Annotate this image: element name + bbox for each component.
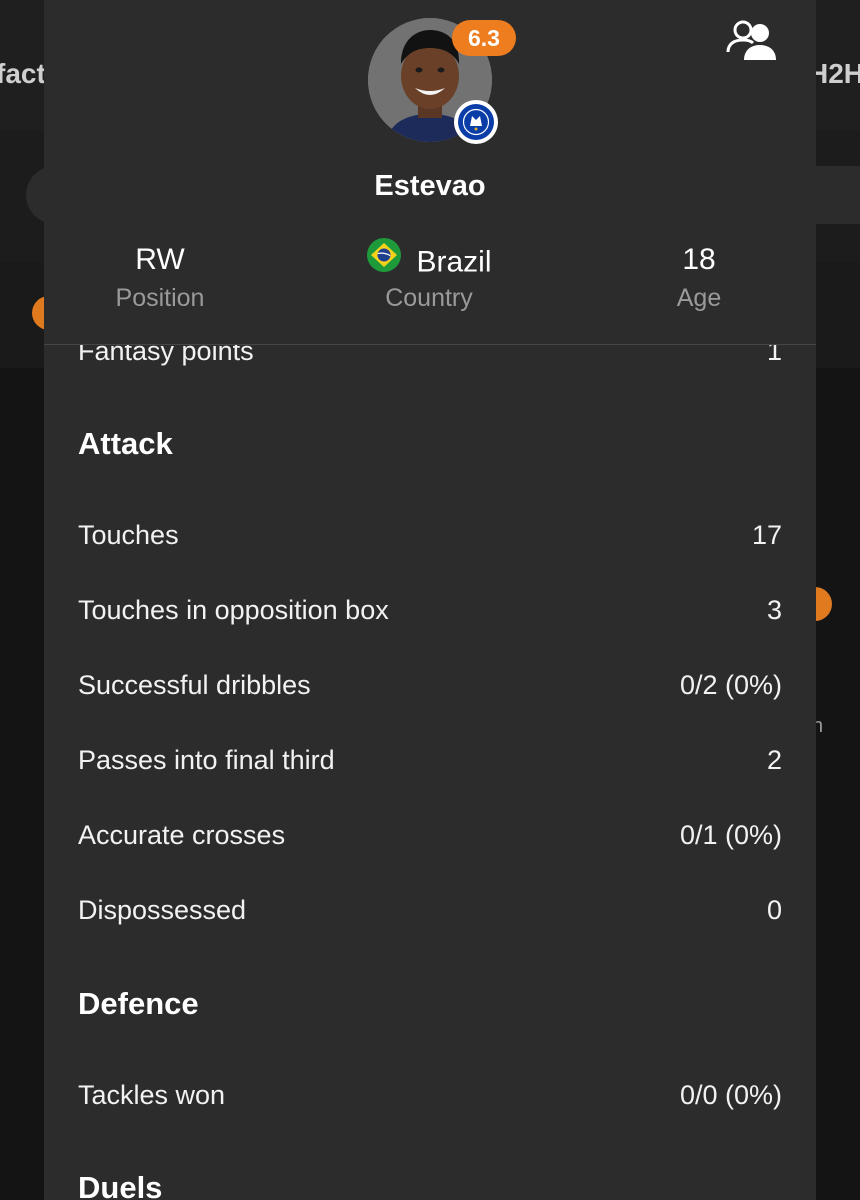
background-tab-facts[interactable]: fact [0,58,46,90]
stat-label: Touches [78,520,179,550]
chelsea-crest-icon [456,102,496,142]
brazil-flag-icon [366,237,402,284]
stat-value: 17 [751,520,782,550]
position-value: RW [135,243,185,276]
stat-value: 3 [766,595,782,625]
stat-value: 0 [766,895,782,925]
player-name: Estevao [374,170,486,202]
section-title-duels: Duels [78,1170,163,1200]
age-label: Age [676,284,722,312]
stat-value: 0/0 (0%) [679,1080,782,1110]
stat-row-dispossessed: Dispossessed 0 [78,895,782,935]
stat-label: Dispossessed [78,895,247,925]
info-age: 18 Age [579,240,816,313]
club-badge [454,100,498,144]
stat-row-passes-into-final-third: Passes into final third 2 [78,745,782,785]
compare-players-icon[interactable] [724,18,780,62]
player-rating-badge: 6.3 [452,20,516,56]
stat-row-touches: Touches 17 [78,520,782,560]
stat-row-successful-dribbles: Successful dribbles 0/2 (0%) [78,670,782,710]
stat-row-tackles-won: Tackles won 0/0 (0%) [78,1080,782,1120]
stat-value: 0/2 (0%) [679,670,782,700]
info-country: Brazil Country [309,238,549,313]
country-value: Brazil [416,245,492,279]
stat-label: Accurate crosses [78,820,286,850]
stat-label: Passes into final third [78,745,335,775]
stat-value: 0/1 (0%) [679,820,782,850]
stat-label: Touches in opposition box [78,595,389,625]
stat-row-accurate-crosses: Accurate crosses 0/1 (0%) [78,820,782,860]
country-value-row: Brazil [309,238,549,280]
age-value: 18 [682,243,716,276]
country-label: Country [385,284,473,312]
position-label: Position [115,284,205,312]
stat-row-touches-in-opposition-box: Touches in opposition box 3 [78,595,782,635]
player-sheet: Fantasy points 1 Attack Touches 17 Touch… [44,0,816,1200]
section-title-defence: Defence [78,986,199,1021]
stat-label: Tackles won [78,1080,226,1110]
info-position: RW Position [44,240,280,313]
stat-label: Successful dribbles [78,670,311,700]
section-title-attack: Attack [78,426,173,461]
stat-value: 2 [766,745,782,775]
player-header: 6.3 Estevao RW Position Brazil Country 1… [44,0,816,345]
screen: fact H2H sy n Fantasy points 1 Attack To… [0,0,860,1200]
